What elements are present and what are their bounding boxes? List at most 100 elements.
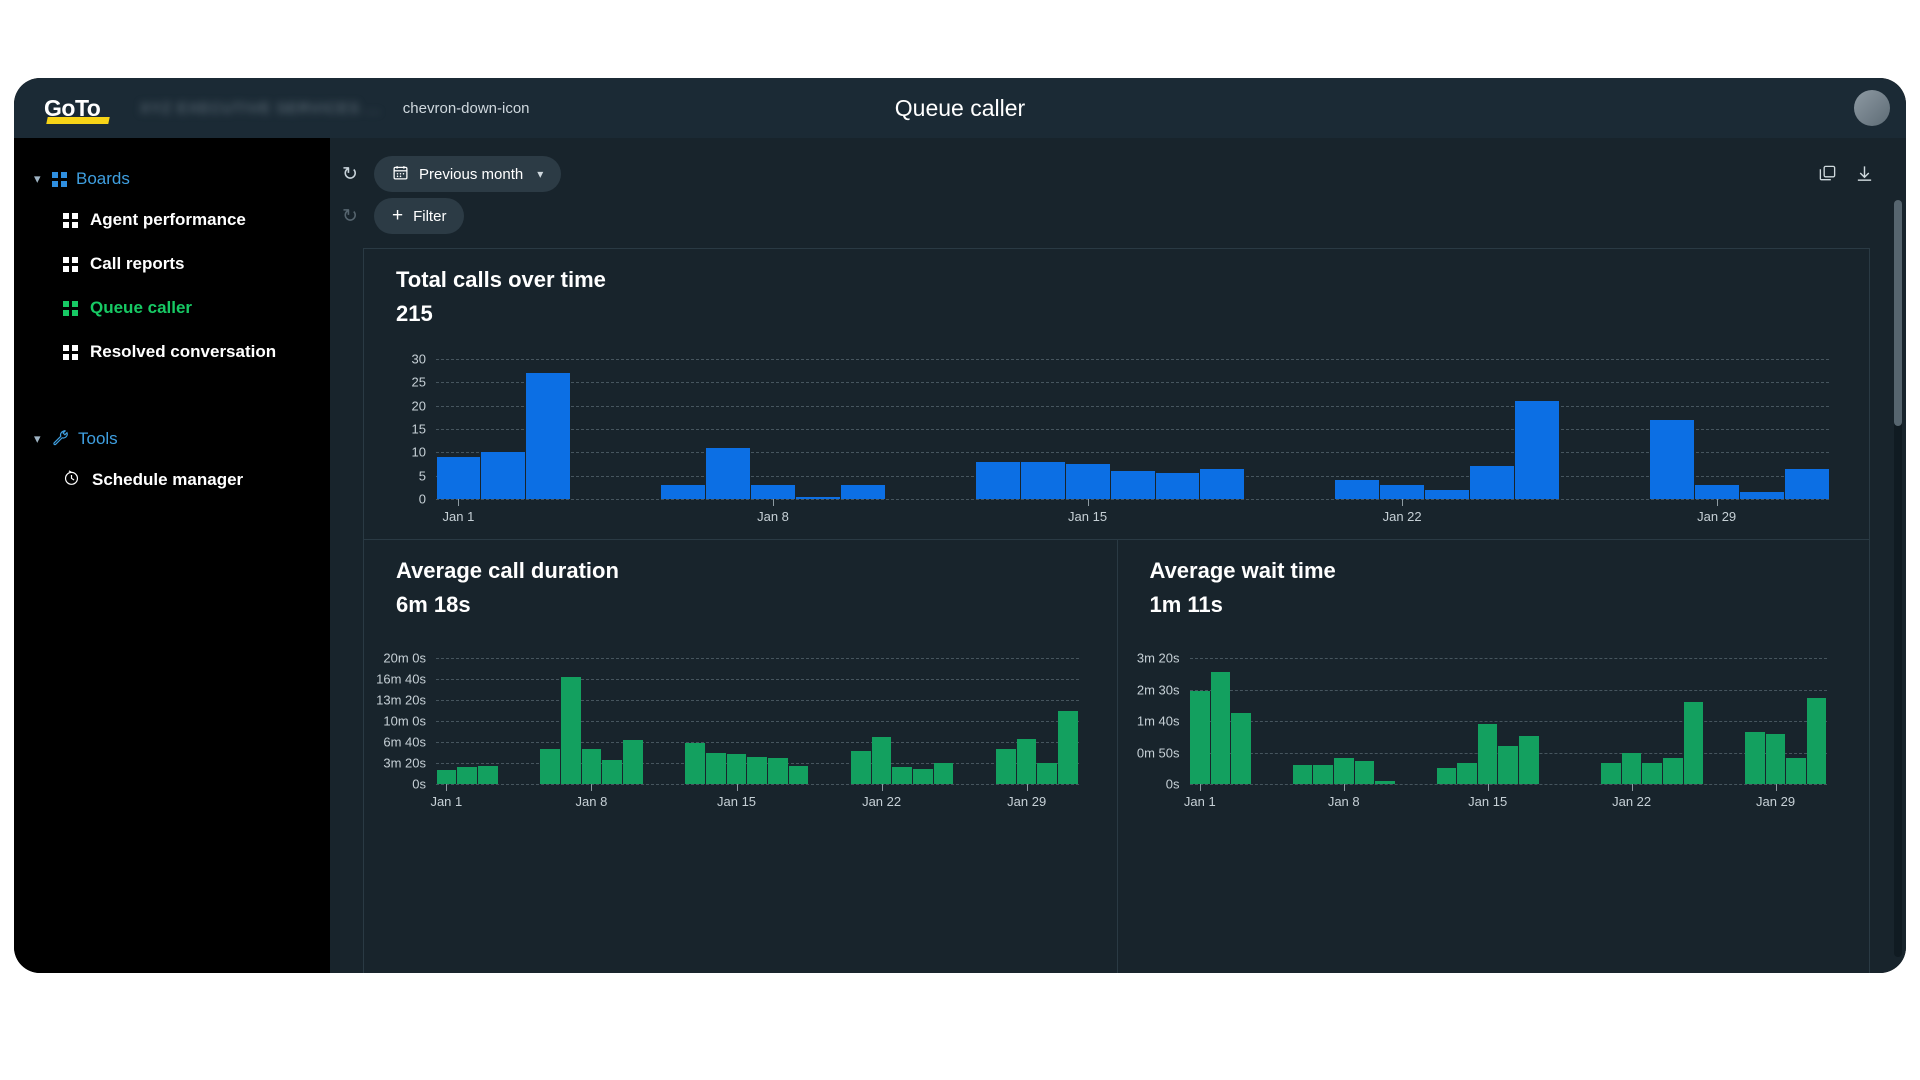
bar[interactable] [768, 757, 788, 784]
date-range-label: Previous month [419, 165, 524, 183]
bar[interactable] [995, 749, 1016, 784]
bar[interactable] [1786, 757, 1806, 784]
sidebar-item-call-reports[interactable]: Call reports [14, 242, 330, 286]
scrollbar-track[interactable] [1894, 200, 1902, 957]
bar[interactable] [933, 763, 954, 784]
bar[interactable] [1037, 763, 1058, 784]
bar[interactable] [1457, 762, 1477, 784]
bar[interactable] [457, 767, 477, 784]
bar[interactable] [892, 767, 913, 784]
bar[interactable] [1784, 468, 1829, 499]
bar[interactable] [1477, 723, 1498, 784]
bar[interactable] [622, 739, 643, 784]
chevron-down-icon: ▾ [537, 167, 544, 181]
bar[interactable] [581, 749, 602, 784]
bar[interactable] [1806, 698, 1827, 784]
bar[interactable] [975, 461, 1020, 499]
panel-value: 215 [396, 301, 433, 326]
bar[interactable] [788, 766, 809, 784]
bar[interactable] [747, 756, 767, 784]
sidebar-item-resolved-conversation[interactable]: Resolved conversation [14, 330, 330, 374]
avatar[interactable] [1854, 90, 1890, 126]
bar[interactable] [796, 496, 840, 499]
sidebar-item-schedule-manager[interactable]: Schedule manager [14, 458, 330, 502]
bar[interactable] [1065, 464, 1110, 499]
bar[interactable] [436, 770, 457, 784]
bar[interactable] [1380, 485, 1425, 499]
bar[interactable] [706, 447, 751, 499]
top-bar: GoTo XYZ EXECUTIVE SERVICES ... chevron-… [14, 78, 1906, 138]
y-axis-tick-label: 20m 0s [383, 650, 426, 666]
reset-date-icon[interactable]: ↻ [338, 163, 362, 186]
bar[interactable] [685, 743, 705, 784]
bar[interactable] [661, 485, 706, 499]
bar[interactable] [1425, 489, 1470, 499]
sidebar-item-agent-performance[interactable]: Agent performance [14, 198, 330, 242]
gridline [436, 784, 1079, 785]
goto-logo[interactable]: GoTo [44, 96, 114, 124]
date-range-selector[interactable]: Previous month ▾ [374, 156, 562, 192]
bar[interactable] [1745, 732, 1765, 784]
bar[interactable] [526, 373, 571, 499]
bar[interactable] [436, 457, 481, 499]
sidebar-group-tools[interactable]: ▾ Tools [14, 420, 330, 458]
add-filter-button[interactable]: + Filter [374, 198, 465, 234]
sidebar-group-boards[interactable]: ▾ Boards [14, 160, 330, 198]
copy-icon[interactable] [1818, 164, 1837, 183]
bar[interactable] [602, 759, 622, 784]
bar[interactable] [850, 751, 871, 784]
bar[interactable] [481, 452, 526, 499]
chevron-down-icon[interactable]: chevron-down-icon [403, 100, 530, 117]
bar[interactable] [705, 752, 726, 784]
bar[interactable] [1662, 757, 1683, 784]
bar[interactable] [1020, 461, 1065, 499]
bar[interactable] [1292, 765, 1313, 784]
bar[interactable] [1515, 401, 1559, 499]
bar[interactable] [1683, 702, 1704, 784]
bar[interactable] [1335, 480, 1380, 499]
y-axis-tick-label: 20 [411, 398, 426, 414]
bar[interactable] [1200, 468, 1245, 499]
bar[interactable] [1642, 762, 1662, 784]
bar[interactable] [1210, 671, 1231, 784]
gridline [436, 452, 1829, 454]
bar[interactable] [1694, 485, 1739, 499]
bar[interactable] [751, 485, 795, 499]
sidebar-item-queue-caller[interactable]: Queue caller [14, 286, 330, 330]
panel-value: 1m 11s [1149, 592, 1223, 617]
bar[interactable] [1601, 762, 1621, 784]
bar[interactable] [871, 736, 892, 784]
bar[interactable] [1519, 736, 1539, 784]
grid-icon [63, 300, 78, 316]
bar[interactable] [1313, 765, 1333, 784]
bar[interactable] [1333, 757, 1354, 784]
bar[interactable] [1649, 419, 1694, 499]
bar[interactable] [726, 753, 747, 784]
bar[interactable] [1190, 690, 1210, 784]
y-axis-tick-label: 0s [1165, 776, 1180, 792]
bar[interactable] [1155, 473, 1200, 499]
bar[interactable] [1375, 781, 1395, 784]
bar[interactable] [1110, 471, 1155, 499]
bar[interactable] [1765, 733, 1786, 784]
y-axis-tick-label: 10m 0s [383, 713, 426, 729]
bar[interactable] [560, 676, 581, 784]
bar[interactable] [1498, 746, 1518, 784]
bar[interactable] [1016, 738, 1037, 784]
bar[interactable] [1354, 761, 1375, 784]
gridline [1189, 721, 1827, 722]
bar[interactable] [540, 749, 560, 784]
bar[interactable] [1436, 767, 1457, 784]
download-icon[interactable] [1855, 164, 1874, 183]
bar[interactable] [1470, 466, 1514, 499]
bar[interactable] [1058, 710, 1078, 784]
bar[interactable] [1621, 752, 1642, 784]
bar[interactable] [477, 766, 498, 784]
bar[interactable] [840, 485, 885, 499]
bar[interactable] [1739, 492, 1784, 499]
bar[interactable] [913, 769, 933, 784]
bar[interactable] [1231, 713, 1251, 784]
reset-filter-icon[interactable]: ↻ [338, 205, 362, 228]
scrollbar-thumb[interactable] [1894, 200, 1902, 426]
gridline [436, 700, 1079, 701]
